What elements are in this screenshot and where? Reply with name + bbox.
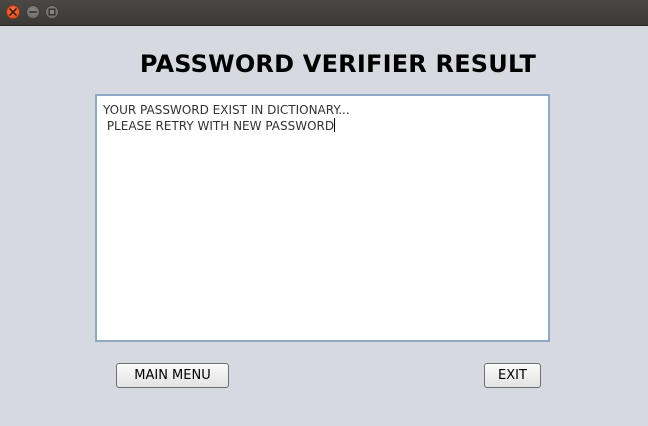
main-menu-button[interactable]: MAIN MENU [116, 363, 229, 388]
text-caret [334, 118, 336, 132]
result-line-2: PLEASE RETRY WITH NEW PASSWORD [103, 119, 335, 133]
title-bar [0, 0, 648, 26]
exit-button[interactable]: EXIT [484, 363, 541, 388]
close-icon[interactable] [6, 5, 20, 19]
app-window: PASSWORD VERIFIER RESULT YOUR PASSWORD E… [0, 0, 648, 426]
result-textarea[interactable]: YOUR PASSWORD EXIST IN DICTIONARY... PLE… [95, 94, 550, 342]
page-title: PASSWORD VERIFIER RESULT [139, 50, 537, 78]
minimize-icon[interactable] [26, 5, 40, 19]
result-text: YOUR PASSWORD EXIST IN DICTIONARY... PLE… [103, 102, 350, 134]
result-line-1: YOUR PASSWORD EXIST IN DICTIONARY... [103, 103, 350, 117]
maximize-icon[interactable] [45, 5, 59, 19]
